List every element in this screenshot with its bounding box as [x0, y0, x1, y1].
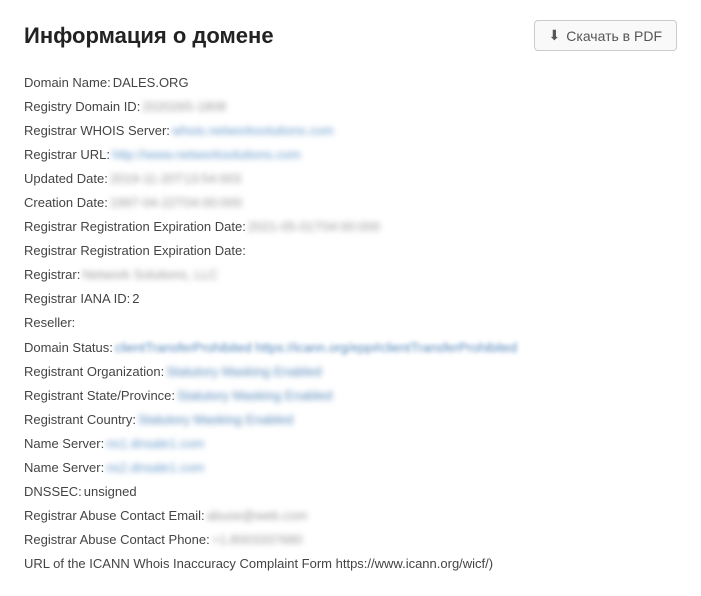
info-row: Registrar Abuse Contact Phone: +1.800333…	[24, 528, 677, 552]
field-value: 2019-11-20T13:54:003	[110, 167, 241, 191]
field-label: Reseller:	[24, 311, 75, 335]
field-label: Registrar:	[24, 263, 80, 287]
field-label: Domain Status:	[24, 336, 113, 360]
info-row: Registrant Organization: Statutory Maski…	[24, 360, 677, 384]
field-label: Registrar Registration Expiration Date:	[24, 239, 246, 263]
field-value: +1.8003337680	[212, 528, 303, 552]
field-label: Name Server:	[24, 456, 104, 480]
info-row: Registrar URL: http://www.networksolutio…	[24, 143, 677, 167]
info-row: Name Server: ns1.dnsale1.com	[24, 432, 677, 456]
info-row: Creation Date: 1997-04-22T04:00:000	[24, 191, 677, 215]
field-label: Updated Date:	[24, 167, 108, 191]
field-label: URL of the ICANN Whois Inaccuracy Compla…	[24, 552, 493, 576]
info-row: Registrant Country: Statutory Masking En…	[24, 408, 677, 432]
field-label: Registrant State/Province:	[24, 384, 175, 408]
field-label: Registrant Country:	[24, 408, 136, 432]
field-value: whois.networksolutions.com	[172, 119, 334, 143]
pdf-button-label: Скачать в PDF	[566, 28, 662, 44]
page-title: Информация о домене	[24, 23, 274, 49]
field-label: Registrar IANA ID:	[24, 287, 130, 311]
field-value: ns2.dnsale1.com	[106, 456, 204, 480]
field-label: Registry Domain ID:	[24, 95, 140, 119]
field-value: abuse@web.com	[207, 504, 308, 528]
field-label: Name Server:	[24, 432, 104, 456]
field-value: 2	[132, 287, 139, 311]
field-label: Registrar Registration Expiration Date:	[24, 215, 246, 239]
field-label: Creation Date:	[24, 191, 108, 215]
field-value: 2021-05-01T04:00:000	[248, 215, 380, 239]
domain-info-block: Domain Name: DALES.ORGRegistry Domain ID…	[24, 71, 677, 576]
field-value: 1997-04-22T04:00:000	[110, 191, 242, 215]
info-row: DNSSEC: unsigned	[24, 480, 677, 504]
info-row: Registry Domain ID: 2020265-1808	[24, 95, 677, 119]
field-label: Registrar Abuse Contact Email:	[24, 504, 205, 528]
info-row: Registrar Registration Expiration Date: …	[24, 215, 677, 239]
download-icon: ⬇	[549, 27, 561, 44]
field-value: Statutory Masking Enabled	[177, 384, 332, 408]
field-value: http://www.networksolutions.com	[112, 143, 301, 167]
field-label: Registrant Organization:	[24, 360, 164, 384]
field-value: Network Solutions, LLC	[82, 263, 218, 287]
info-row: Updated Date: 2019-11-20T13:54:003	[24, 167, 677, 191]
field-value: Statutory Masking Enabled	[166, 360, 321, 384]
field-label: Registrar WHOIS Server:	[24, 119, 170, 143]
info-row: Reseller:	[24, 311, 677, 335]
info-row: Registrar WHOIS Server: whois.networksol…	[24, 119, 677, 143]
field-label: Registrar Abuse Contact Phone:	[24, 528, 210, 552]
field-value: clientTransferProhibited https://icann.o…	[115, 336, 517, 360]
field-value: DALES.ORG	[113, 71, 189, 95]
field-label: DNSSEC:	[24, 480, 82, 504]
field-label: Domain Name:	[24, 71, 111, 95]
field-value: Statutory Masking Enabled	[138, 408, 293, 432]
info-row: Registrant State/Province: Statutory Mas…	[24, 384, 677, 408]
info-row: Domain Status: clientTransferProhibited …	[24, 336, 677, 360]
page-header: Информация о домене ⬇ Скачать в PDF	[24, 20, 677, 51]
field-value: unsigned	[84, 480, 137, 504]
info-row: Domain Name: DALES.ORG	[24, 71, 677, 95]
field-value: ns1.dnsale1.com	[106, 432, 204, 456]
field-value: 2020265-1808	[142, 95, 226, 119]
info-row: Name Server: ns2.dnsale1.com	[24, 456, 677, 480]
info-row: Registrar IANA ID: 2	[24, 287, 677, 311]
pdf-download-button[interactable]: ⬇ Скачать в PDF	[534, 20, 677, 51]
info-row: Registrar Abuse Contact Email: abuse@web…	[24, 504, 677, 528]
info-row: URL of the ICANN Whois Inaccuracy Compla…	[24, 552, 677, 576]
info-row: Registrar Registration Expiration Date:	[24, 239, 677, 263]
field-label: Registrar URL:	[24, 143, 110, 167]
info-row: Registrar: Network Solutions, LLC	[24, 263, 677, 287]
